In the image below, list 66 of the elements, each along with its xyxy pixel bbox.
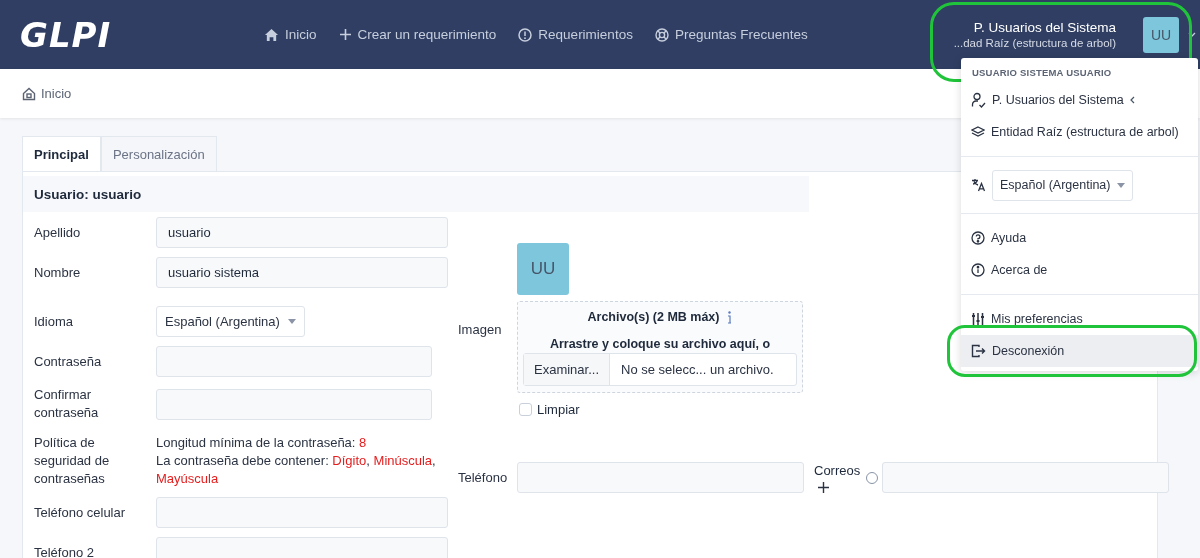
tab[interactable]: Principal	[22, 136, 101, 171]
layers-icon	[971, 126, 985, 138]
lifebuoy-icon	[654, 27, 669, 42]
user-avatar: UU	[517, 243, 569, 295]
form-title: Usuario: usuario	[23, 176, 809, 212]
user-check-icon	[971, 92, 986, 108]
menu-item[interactable]: P. Usuarios del Sistema	[961, 84, 1198, 116]
dropzone-title: Archivo(s) (2 MB máx)	[587, 310, 720, 324]
logout-icon	[971, 344, 986, 358]
text-field[interactable]	[156, 497, 448, 528]
info-icon	[727, 310, 733, 324]
info-icon	[971, 263, 985, 277]
password-policy-text: Longitud mínima de la contraseña: 8 La contraseña debe contener: Dígito, Minúscula, Mayúscula	[156, 434, 437, 488]
field-label: Imagen	[458, 321, 503, 339]
nav-link[interactable]: Requerimientos	[518, 27, 633, 42]
field-label: Política de seguridad de contraseñas	[34, 434, 111, 488]
checkbox-label: Limpiar	[537, 402, 580, 417]
password-field[interactable]	[156, 346, 432, 377]
menu-item[interactable]: Desconexión	[961, 335, 1198, 367]
nav-link[interactable]: Preguntas Frecuentes	[654, 27, 808, 42]
user-profile-name[interactable]: P. Usuarios del Sistema	[973, 20, 1116, 35]
menu-item[interactable]: Ayuda	[961, 222, 1198, 254]
field-label: Contraseña	[34, 352, 103, 371]
text-field[interactable]: usuario	[156, 217, 448, 248]
file-dropzone[interactable]: Archivo(s) (2 MB máx) Arrastre y coloque su archivo aquí, o Examinar... No se selecc... un archivo.	[517, 301, 803, 393]
tab[interactable]: Personalización	[100, 136, 217, 171]
field-label: Teléfono celular	[34, 503, 127, 522]
home-icon	[264, 27, 279, 42]
breadcrumb-link[interactable]: Inicio	[22, 86, 72, 101]
file-status-text: No se selecc... un archivo.	[620, 361, 774, 379]
home-icon	[22, 86, 36, 101]
language-select[interactable]: Español (Argentina)	[992, 169, 1134, 201]
language-select[interactable]: Español (Argentina)	[156, 306, 305, 337]
phone-field[interactable]	[517, 462, 804, 493]
field-label: Idioma	[34, 312, 75, 331]
password-field[interactable]	[156, 388, 432, 420]
field-label: Teléfono	[458, 468, 509, 487]
menu-heading: USUARIO SISTEMA USUARIO	[971, 66, 1113, 80]
user-entity-name[interactable]: ...dad Raíz (estructura de arbol)	[953, 37, 1116, 49]
checkbox[interactable]	[519, 403, 532, 416]
field-label: Teléfono 2	[34, 543, 95, 558]
glpi-logo[interactable]: GLPI	[20, 14, 250, 55]
menu-item[interactable]: Acerca de	[961, 254, 1198, 286]
alert-circle-icon	[518, 27, 533, 42]
caret-icon	[287, 319, 296, 324]
nav-link[interactable]: Crear un requerimiento	[338, 27, 497, 42]
chevron-left-icon	[1129, 96, 1135, 104]
plus-icon[interactable]	[818, 481, 829, 493]
email-field[interactable]	[882, 462, 1170, 493]
browse-button[interactable]: Examinar...	[524, 354, 611, 385]
translate-icon	[971, 178, 986, 192]
caret-icon	[1117, 182, 1126, 188]
nav-link[interactable]: Inicio	[264, 27, 317, 42]
dropzone-hint: Arrastre y coloque su archivo aquí, o	[549, 337, 771, 351]
field-label: Confirmar contraseña	[34, 386, 100, 422]
plus-icon	[338, 28, 352, 41]
file-field[interactable]: Examinar... No se selecc... un archivo.	[523, 353, 797, 386]
text-field[interactable]: usuario sistema	[156, 257, 448, 288]
help-icon	[971, 231, 985, 245]
sliders-icon	[971, 312, 985, 326]
menu-item[interactable]: Entidad Raíz (estructura de arbol)	[961, 116, 1198, 148]
field-label: Nombre	[34, 263, 82, 282]
menu-item[interactable]: Mis preferencias	[961, 303, 1198, 335]
field-label: Apellido	[34, 223, 82, 242]
field-label: Correos	[814, 462, 861, 478]
user-avatar[interactable]: UU	[1143, 16, 1179, 53]
